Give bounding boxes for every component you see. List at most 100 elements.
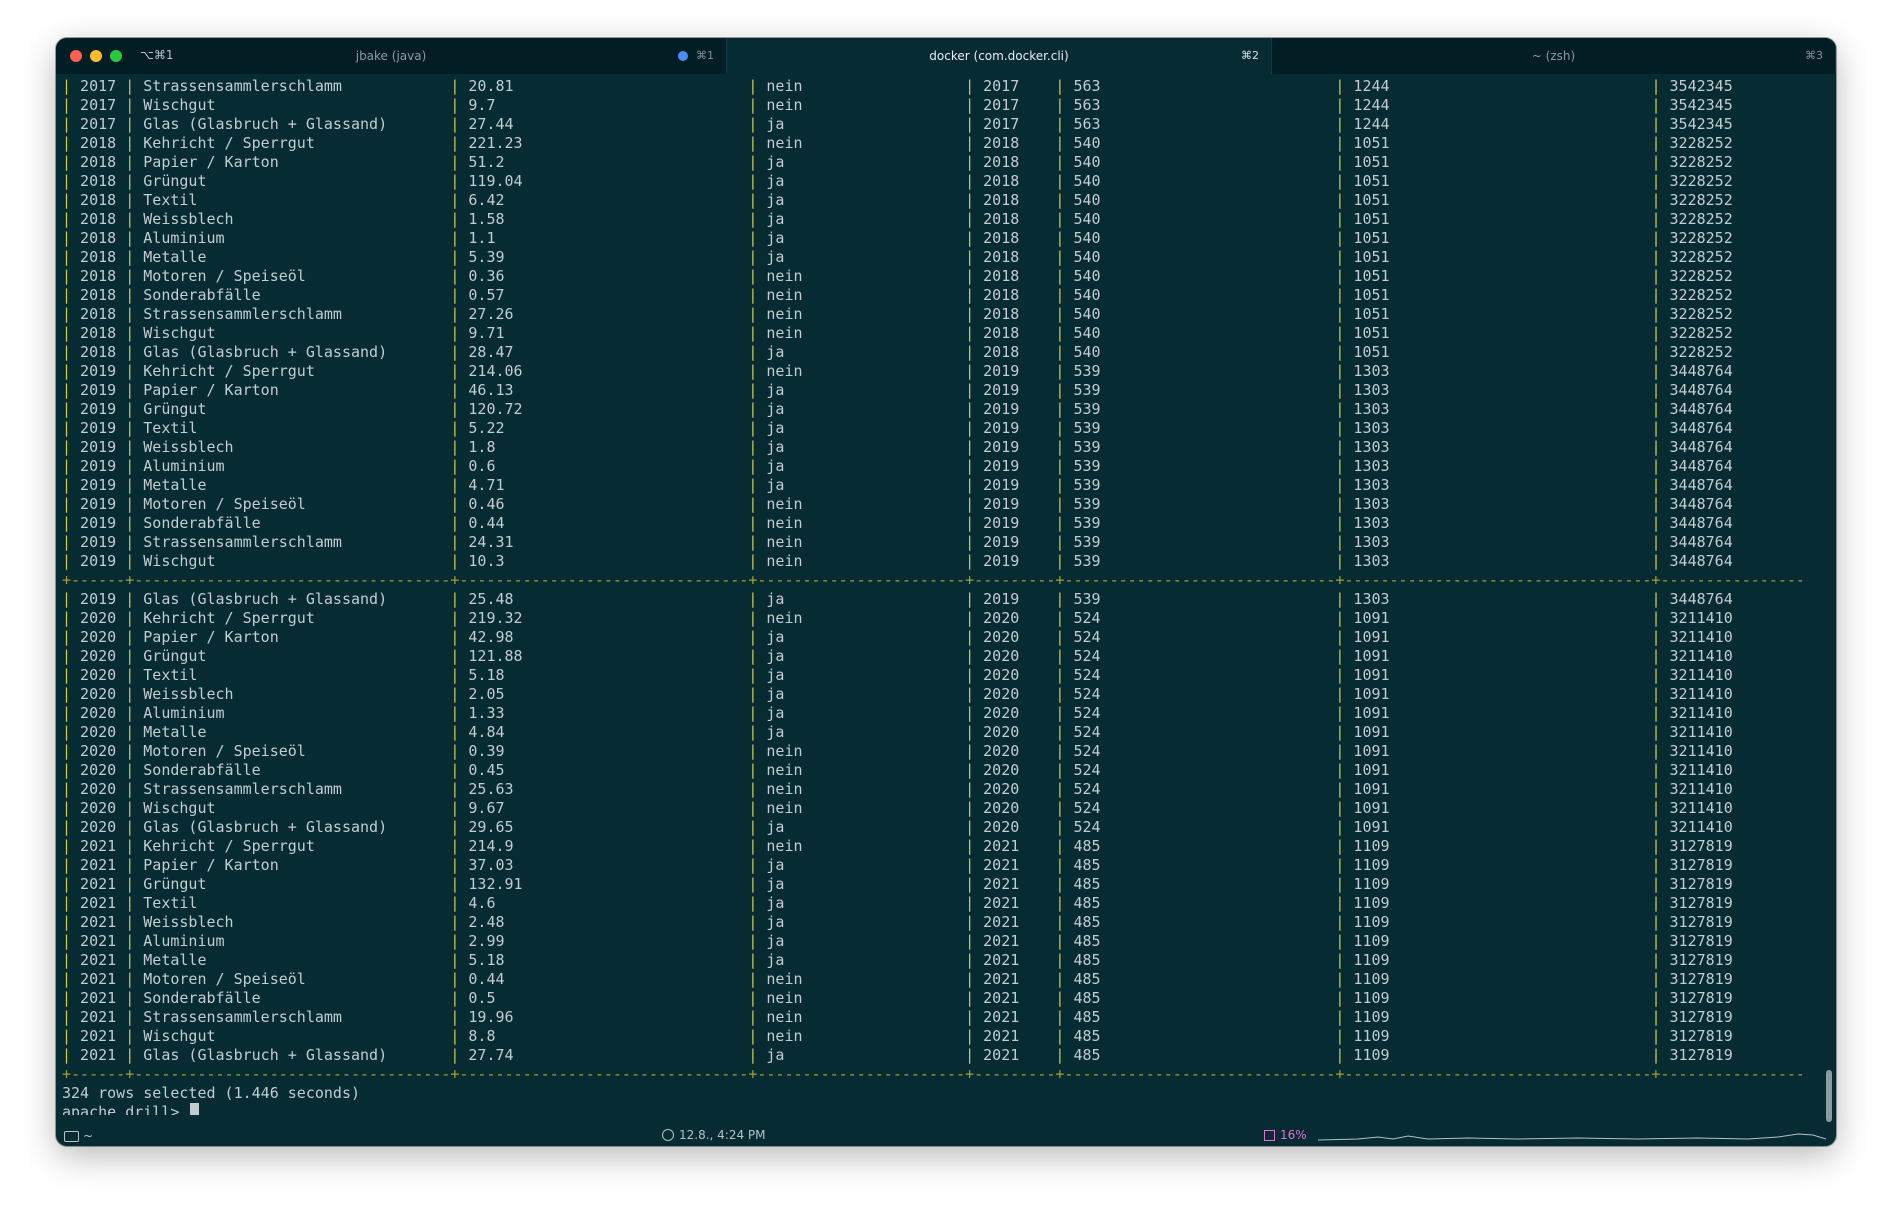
table-cell: 3448764	[1669, 590, 1733, 608]
column-separator: |	[450, 324, 460, 342]
column-separator: |	[1055, 381, 1065, 399]
column-separator: |	[1335, 590, 1345, 608]
column-separator: |	[450, 381, 460, 399]
column-separator: |	[450, 1046, 460, 1064]
table-cell: Grüngut	[134, 172, 451, 190]
table-cell: nein	[757, 799, 966, 817]
column-separator: |	[1055, 343, 1065, 361]
column-separator: |	[62, 932, 72, 950]
table-cell: 485	[1064, 1008, 1336, 1026]
terminal-output[interactable]: | 2017 | Strassensammlerschlamm | 20.81 …	[62, 77, 1802, 1115]
table-cell: 2018	[974, 229, 1056, 247]
tab-docker[interactable]: docker (com.docker.cli) ⌘2	[727, 38, 1272, 74]
column-separator: |	[1055, 248, 1065, 266]
column-separator: |	[1651, 362, 1661, 380]
column-separator: |	[965, 381, 975, 399]
tab-zsh[interactable]: ~ (zsh) ⌘3	[1272, 38, 1836, 74]
column-separator: |	[1651, 590, 1661, 608]
table-cell: ja	[757, 248, 966, 266]
column-separator: |	[748, 229, 758, 247]
table-cell: 524	[1064, 818, 1336, 836]
column-separator: |	[965, 96, 975, 114]
column-separator: |	[748, 476, 758, 494]
table-cell: 2018	[974, 172, 1056, 190]
column-separator: |	[1335, 913, 1345, 931]
column-separator: |	[965, 742, 975, 760]
column-separator: |	[748, 305, 758, 323]
table-cell: Textil	[134, 419, 451, 437]
column-separator: |	[1055, 932, 1065, 950]
table-cell: 9.71	[459, 324, 749, 342]
table-cell: nein	[757, 742, 966, 760]
table-cell: ja	[757, 343, 966, 361]
table-cell: 2018	[974, 153, 1056, 171]
table-cell: 485	[1064, 932, 1336, 950]
table-cell: 539	[1064, 495, 1336, 513]
table-cell: 524	[1064, 628, 1336, 646]
table-cell: 2020	[71, 666, 126, 684]
table-cell: ja	[757, 875, 966, 893]
column-separator: |	[62, 419, 72, 437]
table-cell: Textil	[134, 191, 451, 209]
terminal-scrollbar[interactable]	[1826, 1070, 1832, 1122]
column-separator: |	[1335, 837, 1345, 855]
tab-jbake[interactable]: ⌥⌘1 jbake (java) ⌘1	[56, 38, 727, 74]
maximize-window-button[interactable]	[110, 50, 122, 62]
column-separator: |	[62, 628, 72, 646]
column-separator: |	[1335, 438, 1345, 456]
column-separator: |	[1335, 723, 1345, 741]
column-separator: |	[62, 685, 72, 703]
column-separator: |	[125, 191, 135, 209]
column-separator: |	[748, 324, 758, 342]
table-cell: Metalle	[134, 248, 451, 266]
table-cell: 25.63	[459, 780, 749, 798]
column-separator: |	[965, 970, 975, 988]
column-separator: |	[450, 913, 460, 931]
column-separator: |	[1055, 229, 1065, 247]
table-cell: 3211410	[1669, 742, 1733, 760]
column-separator: |	[1055, 77, 1065, 95]
table-cell: ja	[757, 476, 966, 494]
table-cell: 2019	[974, 400, 1056, 418]
column-separator: |	[125, 267, 135, 285]
table-cell: 2020	[71, 761, 126, 779]
column-separator: |	[1055, 267, 1065, 285]
column-separator: |	[965, 932, 975, 950]
table-cell: ja	[757, 172, 966, 190]
column-separator: |	[450, 837, 460, 855]
table-cell: 1109	[1344, 970, 1652, 988]
column-separator: |	[965, 77, 975, 95]
table-cell: 2018	[974, 305, 1056, 323]
table-cell: 3228252	[1669, 305, 1733, 323]
table-cell: 1091	[1344, 666, 1652, 684]
table-cell: 9.67	[459, 799, 749, 817]
tab-title: jbake (java)	[355, 49, 427, 63]
column-separator: |	[965, 267, 975, 285]
column-separator: |	[1055, 647, 1065, 665]
table-cell: 2021	[974, 1027, 1056, 1045]
table-cell: Sonderabfälle	[134, 514, 451, 532]
table-cell: 3127819	[1669, 951, 1733, 969]
table-row: | 2018 | Papier / Karton | 51.2 | ja | 2…	[62, 153, 1802, 172]
table-cell: 2020	[974, 780, 1056, 798]
terminal-window: ⌥⌘1 jbake (java) ⌘1 docker (com.docker.c…	[56, 38, 1836, 1146]
table-cell: ja	[757, 438, 966, 456]
table-cell: Textil	[134, 666, 451, 684]
table-cell: 2020	[974, 647, 1056, 665]
minimize-window-button[interactable]	[90, 50, 102, 62]
column-separator: |	[450, 856, 460, 874]
column-separator: |	[62, 267, 72, 285]
table-cell: 1091	[1344, 704, 1652, 722]
column-separator: |	[1335, 457, 1345, 475]
table-cell: ja	[757, 590, 966, 608]
clock-text: 12.8., 4:24 PM	[679, 1128, 766, 1142]
command-prompt[interactable]: apache drill>	[62, 1103, 1802, 1115]
table-cell: Kehricht / Sperrgut	[134, 609, 451, 627]
column-separator: |	[1055, 514, 1065, 532]
cwd-indicator[interactable]: ~	[64, 1129, 93, 1143]
column-separator: |	[1651, 1027, 1661, 1045]
table-row: | 2021 | Metalle | 5.18 | ja | 2021 | 48…	[62, 951, 1802, 970]
table-cell: 539	[1064, 400, 1336, 418]
table-cell: 2021	[71, 989, 126, 1007]
close-window-button[interactable]	[70, 50, 82, 62]
